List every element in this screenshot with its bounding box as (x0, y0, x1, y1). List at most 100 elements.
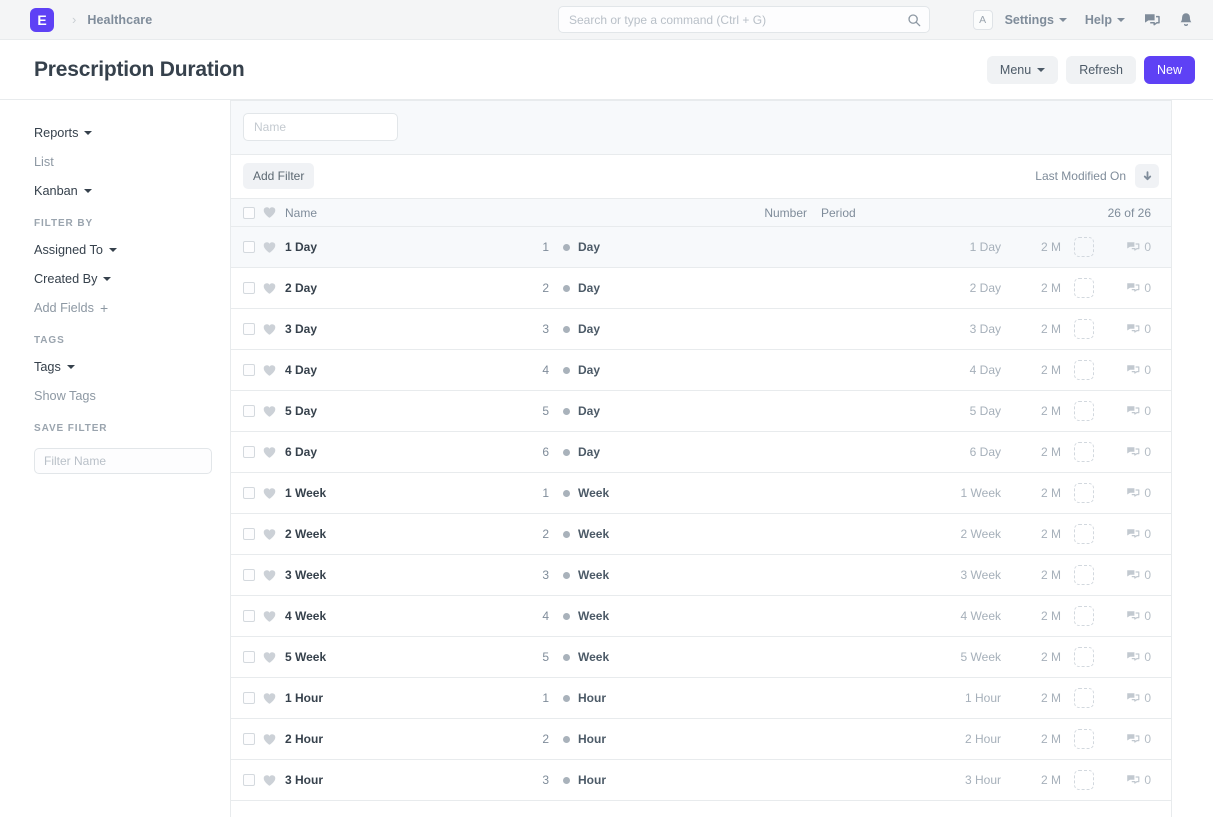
row-checkbox[interactable] (243, 241, 255, 253)
add-filter-button[interactable]: Add Filter (243, 163, 315, 189)
help-menu[interactable]: Help (1085, 13, 1125, 27)
settings-menu[interactable]: Settings (1005, 13, 1067, 27)
table-row[interactable]: 4 Week 4 Week 4 Week 2 M 0 (231, 596, 1171, 637)
row-comments-cell[interactable]: 0 (1107, 650, 1151, 664)
header-name[interactable]: Name (285, 206, 741, 220)
heart-icon[interactable] (263, 610, 276, 623)
sort-selector[interactable]: Last Modified On (1035, 169, 1126, 183)
row-checkbox[interactable] (243, 692, 255, 704)
row-checkbox[interactable] (243, 610, 255, 622)
new-button[interactable]: New (1143, 55, 1195, 84)
heart-icon[interactable] (263, 692, 276, 705)
refresh-button[interactable]: Refresh (1066, 55, 1136, 84)
heart-icon[interactable] (263, 774, 276, 787)
assign-avatar-placeholder[interactable] (1074, 688, 1094, 708)
row-name-link[interactable]: 2 Hour (285, 732, 323, 746)
search-input[interactable] (569, 12, 907, 27)
table-row[interactable]: 5 Week 5 Week 5 Week 2 M 0 (231, 637, 1171, 678)
row-name-link[interactable]: 4 Day (285, 363, 317, 377)
table-row[interactable]: 2 Hour 2 Hour 2 Hour 2 M 0 (231, 719, 1171, 760)
menu-button[interactable]: Menu (986, 55, 1059, 84)
row-name-link[interactable]: 1 Week (285, 486, 326, 500)
sort-direction-button[interactable] (1135, 164, 1159, 188)
assign-avatar-placeholder[interactable] (1074, 565, 1094, 585)
heart-icon[interactable] (263, 487, 276, 500)
row-name-link[interactable]: 4 Week (285, 609, 326, 623)
sidebar-item-kanban[interactable]: Kanban (34, 184, 92, 198)
table-row[interactable]: 3 Week 3 Week 3 Week 2 M 0 (231, 555, 1171, 596)
row-checkbox[interactable] (243, 651, 255, 663)
heart-icon[interactable] (263, 241, 276, 254)
row-comments-cell[interactable]: 0 (1107, 691, 1151, 705)
row-checkbox[interactable] (243, 528, 255, 540)
comments-icon[interactable] (1143, 11, 1161, 29)
sidebar-filter-assigned-to[interactable]: Assigned To (34, 243, 117, 257)
row-name-link[interactable]: 5 Week (285, 650, 326, 664)
sidebar-add-fields[interactable]: Add Fields + (34, 301, 108, 315)
row-comments-cell[interactable]: 0 (1107, 363, 1151, 377)
row-checkbox[interactable] (243, 405, 255, 417)
assign-avatar-placeholder[interactable] (1074, 483, 1094, 503)
row-checkbox[interactable] (243, 282, 255, 294)
row-name-link[interactable]: 1 Hour (285, 691, 323, 705)
table-row[interactable]: 1 Week 1 Week 1 Week 2 M 0 (231, 473, 1171, 514)
row-comments-cell[interactable]: 0 (1107, 404, 1151, 418)
header-number[interactable]: Number (741, 206, 821, 220)
heart-icon[interactable] (263, 405, 276, 418)
row-checkbox[interactable] (243, 487, 255, 499)
heart-icon[interactable] (263, 206, 276, 219)
row-name-link[interactable]: 3 Week (285, 568, 326, 582)
heart-icon[interactable] (263, 282, 276, 295)
assign-avatar-placeholder[interactable] (1074, 360, 1094, 380)
heart-icon[interactable] (263, 569, 276, 582)
table-row[interactable]: 1 Day 1 Day 1 Day 2 M 0 (231, 227, 1171, 268)
assign-avatar-placeholder[interactable] (1074, 442, 1094, 462)
row-name-link[interactable]: 2 Week (285, 527, 326, 541)
assign-avatar-placeholder[interactable] (1074, 319, 1094, 339)
app-logo[interactable]: E (30, 7, 54, 32)
row-checkbox[interactable] (243, 733, 255, 745)
row-comments-cell[interactable]: 0 (1107, 322, 1151, 336)
assign-avatar-placeholder[interactable] (1074, 729, 1094, 749)
row-comments-cell[interactable]: 0 (1107, 445, 1151, 459)
sidebar-item-list[interactable]: List (34, 155, 54, 169)
row-name-link[interactable]: 5 Day (285, 404, 317, 418)
row-comments-cell[interactable]: 0 (1107, 773, 1151, 787)
select-all-checkbox[interactable] (243, 206, 255, 219)
table-row[interactable]: 2 Week 2 Week 2 Week 2 M 0 (231, 514, 1171, 555)
heart-icon[interactable] (263, 364, 276, 377)
assign-avatar-placeholder[interactable] (1074, 770, 1094, 790)
row-checkbox[interactable] (243, 364, 255, 376)
row-checkbox[interactable] (243, 446, 255, 458)
heart-icon[interactable] (263, 733, 276, 746)
row-name-link[interactable]: 2 Day (285, 281, 317, 295)
assign-avatar-placeholder[interactable] (1074, 278, 1094, 298)
assign-avatar-placeholder[interactable] (1074, 647, 1094, 667)
assign-avatar-placeholder[interactable] (1074, 524, 1094, 544)
table-row[interactable]: 3 Day 3 Day 3 Day 2 M 0 (231, 309, 1171, 350)
notification-bell-icon[interactable] (1177, 11, 1195, 29)
assign-avatar-placeholder[interactable] (1074, 237, 1094, 257)
table-row[interactable]: 4 Day 4 Day 4 Day 2 M 0 (231, 350, 1171, 391)
row-comments-cell[interactable]: 0 (1107, 609, 1151, 623)
heart-icon[interactable] (263, 651, 276, 664)
row-comments-cell[interactable]: 0 (1107, 732, 1151, 746)
assign-avatar-placeholder[interactable] (1074, 606, 1094, 626)
heart-icon[interactable] (263, 528, 276, 541)
row-checkbox[interactable] (243, 323, 255, 335)
row-comments-cell[interactable]: 0 (1107, 486, 1151, 500)
row-comments-cell[interactable]: 0 (1107, 527, 1151, 541)
table-row[interactable]: 1 Hour 1 Hour 1 Hour 2 M 0 (231, 678, 1171, 719)
user-avatar[interactable]: A (972, 10, 993, 30)
row-name-link[interactable]: 6 Day (285, 445, 317, 459)
row-checkbox[interactable] (243, 569, 255, 581)
row-comments-cell[interactable]: 0 (1107, 568, 1151, 582)
table-row[interactable]: 5 Day 5 Day 5 Day 2 M 0 (231, 391, 1171, 432)
breadcrumb-workspace[interactable]: Healthcare (87, 13, 152, 27)
heart-icon[interactable] (263, 323, 276, 336)
sidebar-filter-created-by[interactable]: Created By (34, 272, 112, 286)
row-checkbox[interactable] (243, 774, 255, 786)
assign-avatar-placeholder[interactable] (1074, 401, 1094, 421)
name-filter-input[interactable] (243, 113, 398, 141)
table-row[interactable]: 3 Hour 3 Hour 3 Hour 2 M 0 (231, 760, 1171, 801)
